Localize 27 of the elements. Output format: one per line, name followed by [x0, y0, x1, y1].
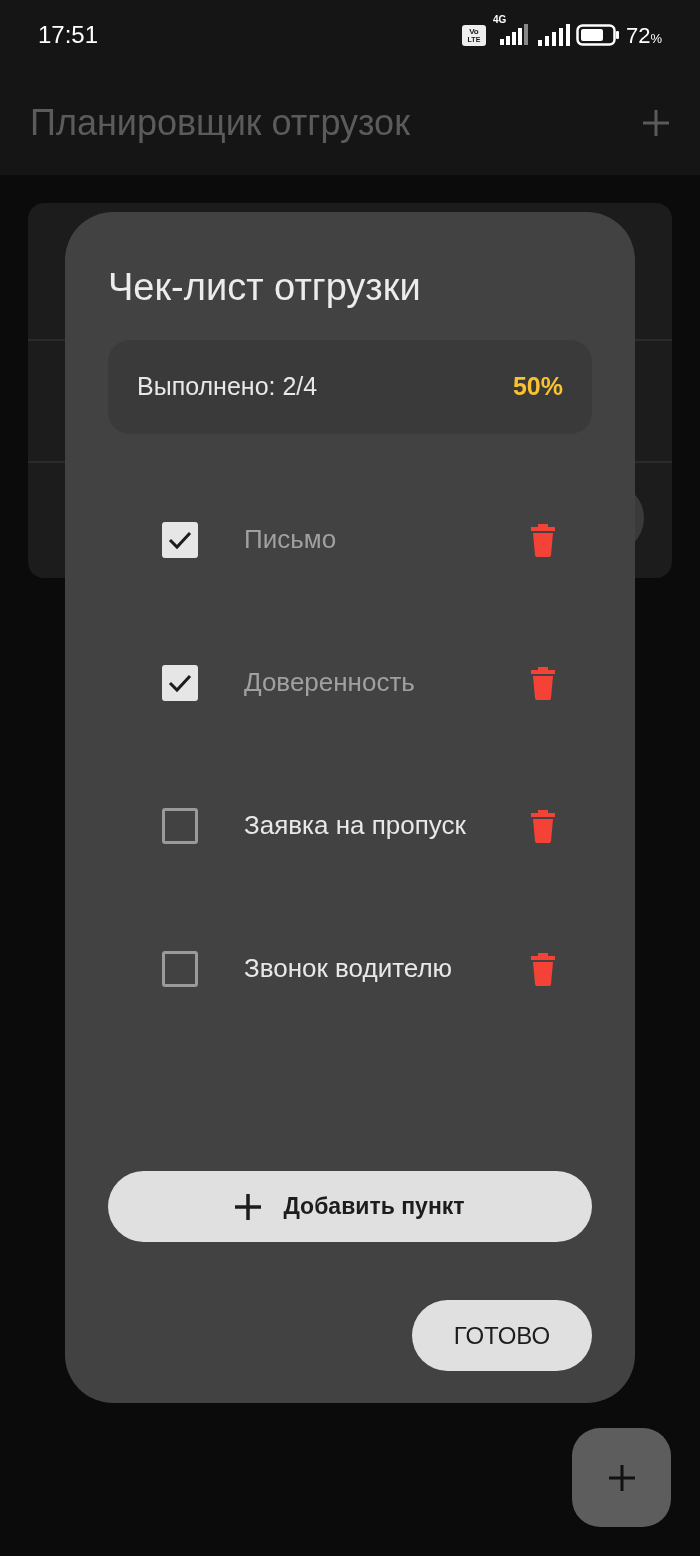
add-icon [608, 1464, 635, 1491]
network-type: 4G [492, 15, 507, 25]
dialog-title: Чек-лист отгрузки [108, 265, 422, 310]
add-icon[interactable] [642, 108, 670, 137]
checkbox[interactable] [162, 807, 198, 844]
item-label: Заявка на пропуск [244, 809, 467, 842]
status-time: 17:51 [38, 20, 99, 50]
item-label: Звонок водителю [244, 952, 454, 985]
item-label: Доверенность [244, 666, 416, 699]
trash-icon[interactable] [530, 808, 556, 843]
battery-icon [575, 24, 620, 46]
battery-level: 72% [625, 21, 662, 50]
completed-count: Выполнено: 2/4 [137, 371, 318, 403]
checkbox[interactable] [162, 521, 198, 558]
app-title: Планировщик отгрузок [30, 100, 410, 145]
done-button[interactable]: ГОТОВО [412, 1300, 592, 1371]
trash-icon[interactable] [530, 522, 556, 557]
checkbox[interactable] [162, 950, 198, 987]
add-item-button[interactable]: Добавить пункт [108, 1171, 592, 1242]
trash-icon[interactable] [530, 951, 556, 986]
signal-icon [537, 24, 570, 46]
plus-icon [235, 1193, 262, 1220]
trash-icon[interactable] [530, 665, 556, 700]
item-label: Письмо [244, 523, 338, 556]
checkbox[interactable] [162, 664, 198, 701]
percent-complete: 50% [512, 371, 563, 403]
fab-button[interactable] [572, 1428, 671, 1527]
